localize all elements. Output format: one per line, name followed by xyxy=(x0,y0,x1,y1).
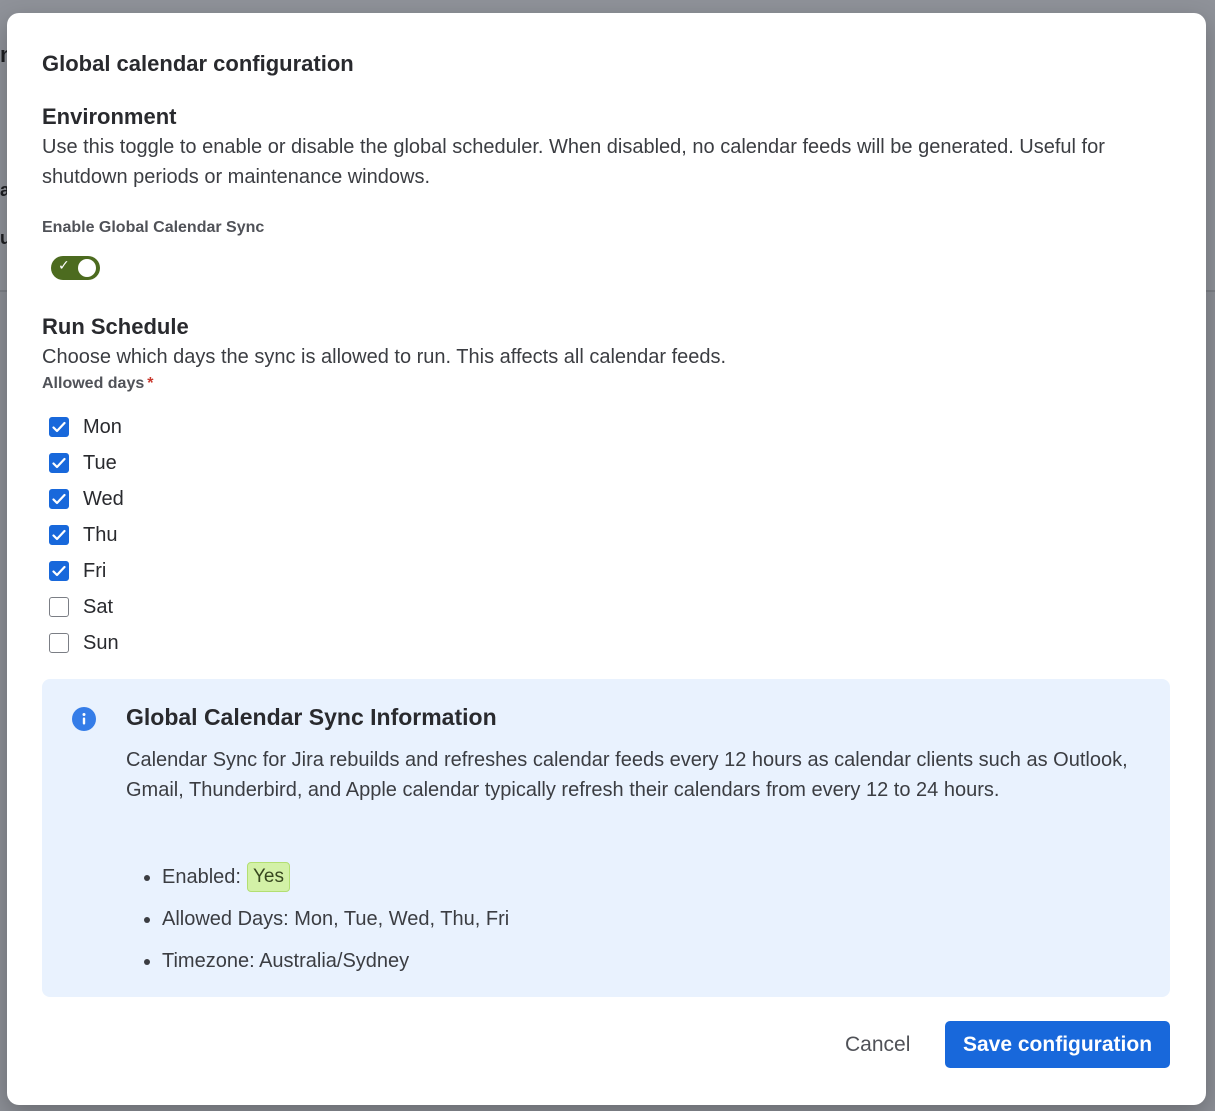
checkmark-icon xyxy=(52,457,66,469)
checkbox-wed[interactable] xyxy=(49,489,69,509)
environment-description: Use this toggle to enable or disable the… xyxy=(42,136,1105,188)
cancel-button[interactable]: Cancel xyxy=(825,1021,930,1068)
dialog-title: Global calendar configuration xyxy=(42,51,354,76)
day-option-mon[interactable]: Mon xyxy=(49,409,124,445)
enabled-label: Enabled: xyxy=(162,865,241,888)
checkbox-sun[interactable] xyxy=(49,633,69,653)
checkmark-icon xyxy=(52,565,66,577)
toggle-label: Enable Global Calendar Sync xyxy=(42,219,265,236)
day-label: Sun xyxy=(83,631,119,654)
day-label: Thu xyxy=(83,523,118,546)
checkbox-mon[interactable] xyxy=(49,417,69,437)
day-option-tue[interactable]: Tue xyxy=(49,445,124,481)
day-label: Sat xyxy=(83,595,114,618)
checkmark-icon xyxy=(52,493,66,505)
day-option-wed[interactable]: Wed xyxy=(49,481,124,517)
allowed-days-label-text: Allowed days xyxy=(42,375,145,392)
info-timezone-item: Timezone: Australia/Sydney xyxy=(142,940,509,982)
day-label: Wed xyxy=(83,487,124,510)
day-label: Mon xyxy=(83,415,122,438)
day-option-sat[interactable]: Sat xyxy=(49,589,124,625)
checkbox-thu[interactable] xyxy=(49,525,69,545)
day-label: Tue xyxy=(83,451,117,474)
toggle-knob xyxy=(78,259,96,277)
save-configuration-button[interactable]: Save configuration xyxy=(945,1021,1170,1068)
info-allowed-days-item: Allowed Days: Mon, Tue, Wed, Thu, Fri xyxy=(142,898,509,940)
day-option-sun[interactable]: Sun xyxy=(49,625,124,661)
checkbox-tue[interactable] xyxy=(49,453,69,473)
allowed-days-label: Allowed days * xyxy=(42,375,153,393)
configuration-dialog: Global calendar configuration Environmen… xyxy=(7,13,1206,1105)
checkmark-icon xyxy=(52,421,66,433)
checkbox-sat[interactable] xyxy=(49,597,69,617)
info-title: Global Calendar Sync Information xyxy=(126,704,497,730)
info-description: Calendar Sync for Jira rebuilds and refr… xyxy=(126,749,1128,801)
checkmark-icon xyxy=(52,529,66,541)
day-option-thu[interactable]: Thu xyxy=(49,517,124,553)
run-schedule-description: Choose which days the sync is allowed to… xyxy=(42,346,727,368)
run-schedule-heading: Run Schedule xyxy=(42,314,189,339)
info-enabled-item: Enabled: Yes xyxy=(142,856,509,898)
check-icon: ✓ xyxy=(58,258,70,274)
info-glyph xyxy=(82,713,86,725)
day-option-fri[interactable]: Fri xyxy=(49,553,124,589)
environment-heading: Environment xyxy=(42,104,177,129)
enabled-status-badge: Yes xyxy=(246,862,290,892)
checkbox-fri[interactable] xyxy=(49,561,69,581)
allowed-days-checkbox-group: Mon Tue Wed Thu Fri Sat Sun xyxy=(49,409,124,661)
info-icon xyxy=(72,707,96,731)
day-label: Fri xyxy=(83,559,107,582)
sync-info-panel: Global Calendar Sync Information Calenda… xyxy=(42,679,1170,997)
required-marker: * xyxy=(147,375,154,392)
global-sync-toggle[interactable]: ✓ xyxy=(51,256,100,280)
info-summary-list: Enabled: Yes Allowed Days: Mon, Tue, Wed… xyxy=(142,856,509,982)
